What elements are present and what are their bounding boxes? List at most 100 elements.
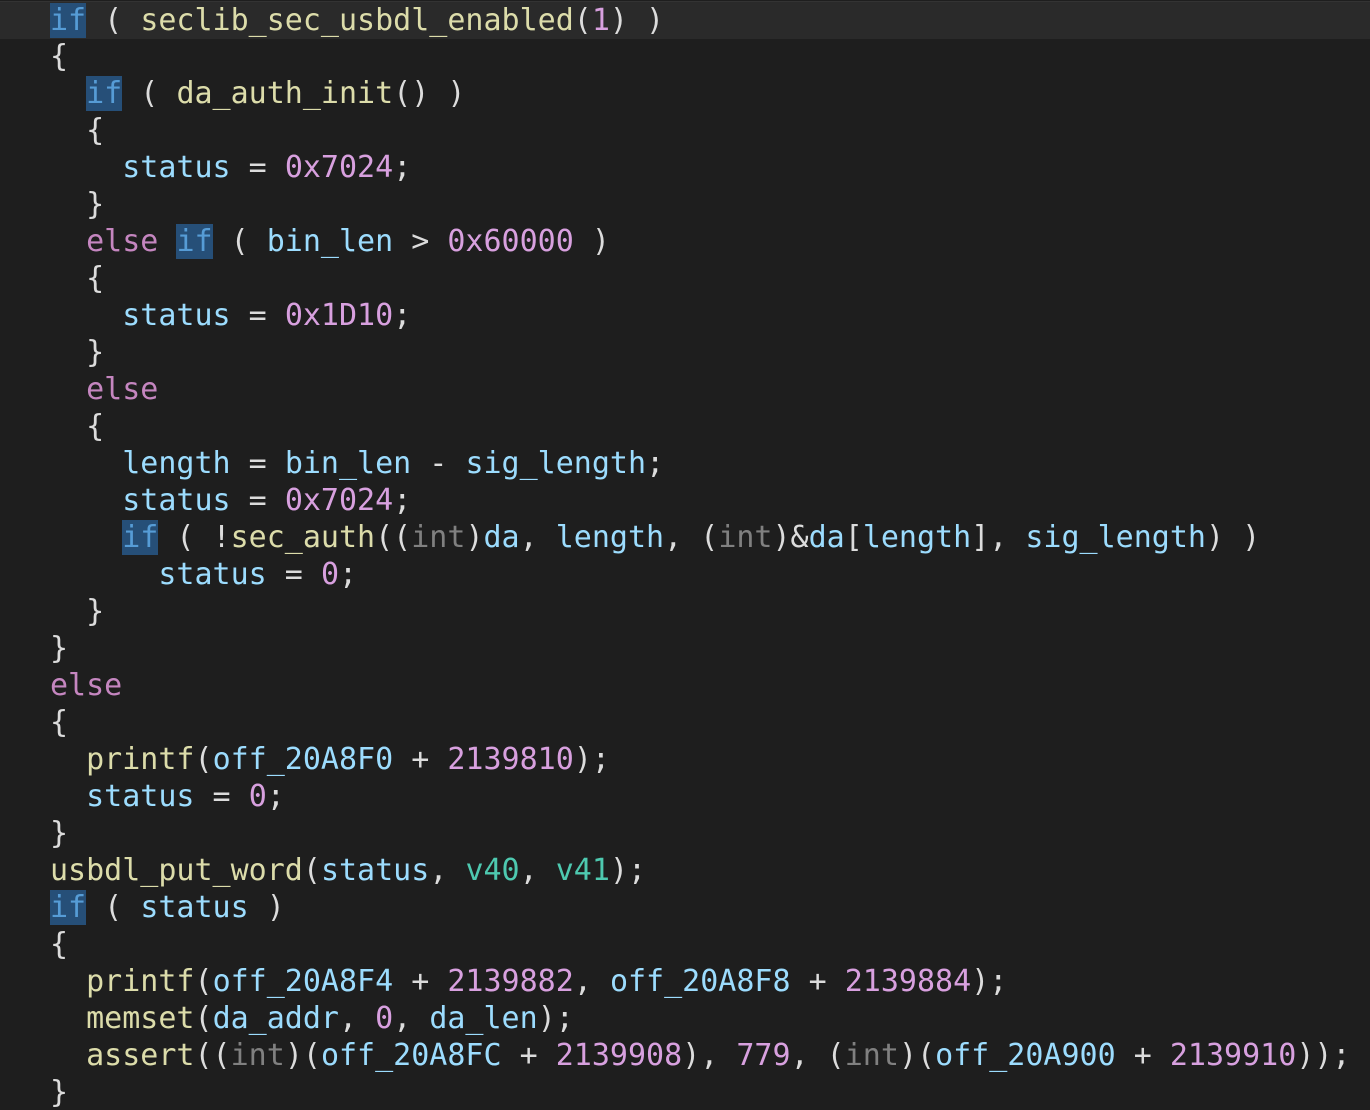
code-line[interactable]: if ( da_auth_init() ) (50, 75, 465, 112)
code-line[interactable]: } (50, 334, 104, 371)
code-line[interactable]: status = 0x7024; (50, 482, 411, 519)
code-line[interactable]: status = 0; (50, 778, 285, 815)
code-token: printf (86, 964, 195, 999)
code-token: da_addr (212, 1001, 339, 1036)
code-token: status (86, 779, 195, 814)
code-token: ); (971, 964, 1008, 999)
code-token: 2139882 (447, 964, 574, 999)
code-token: + (1115, 1038, 1170, 1073)
code-token: length (555, 520, 665, 555)
code-token: ) (465, 520, 484, 555)
code-token: = (230, 483, 285, 518)
code-line[interactable]: } (50, 593, 104, 630)
code-token: sig_length (1025, 520, 1206, 555)
code-token: 1 (591, 3, 610, 38)
code-line[interactable]: } (50, 630, 68, 667)
code-line[interactable]: } (50, 186, 104, 223)
code-token: ( (86, 890, 141, 925)
code-line[interactable]: else (50, 667, 122, 704)
code-line[interactable]: } (50, 815, 68, 852)
code-token: int (844, 1038, 899, 1073)
code-line[interactable]: status = 0; (50, 556, 357, 593)
code-token: ( (122, 76, 177, 111)
code-token: 0x1D10 (284, 298, 394, 333)
code-token: ( (212, 224, 267, 259)
code-token: ); (573, 742, 610, 777)
code-token: int (230, 1038, 285, 1073)
code-token: int (718, 520, 773, 555)
code-token: ) (573, 224, 610, 259)
code-line[interactable]: length = bin_len - sig_length; (50, 445, 664, 482)
code-token: = (266, 557, 321, 592)
code-token: seclib_sec_usbdl_enabled (140, 3, 574, 38)
code-line[interactable]: printf(off_20A8F4 + 2139882, off_20A8F8 … (50, 963, 1007, 1000)
code-token: else (86, 224, 159, 259)
code-token: ); (537, 1001, 574, 1036)
code-line[interactable]: else (50, 371, 158, 408)
code-token: off_20A8FC (320, 1038, 502, 1073)
code-line[interactable]: { (50, 38, 68, 75)
code-token: } (50, 816, 69, 851)
code-line[interactable]: if ( status ) (50, 889, 285, 926)
code-token: 2139908 (555, 1038, 683, 1073)
code-line[interactable]: { (50, 260, 104, 297)
code-line[interactable]: } (50, 1074, 68, 1110)
code-token: { (50, 261, 105, 296)
code-token: { (50, 39, 69, 74)
code-token: , (393, 1001, 430, 1036)
code-token: if (176, 224, 213, 259)
code-token: ) ) (609, 3, 665, 38)
code-token: + (393, 742, 448, 777)
code-line[interactable]: usbdl_put_word(status, v40, v41); (50, 852, 646, 889)
code-line[interactable]: { (50, 704, 68, 741)
code-token: )& (772, 520, 809, 555)
code-token: + (790, 964, 845, 999)
code-line[interactable]: status = 0x7024; (50, 149, 411, 186)
code-line[interactable]: { (50, 408, 104, 445)
code-token: else (86, 372, 159, 407)
code-token: ; (646, 446, 665, 481)
code-token: assert (86, 1038, 195, 1073)
code-token: ) (248, 890, 285, 925)
code-token: off_20A900 (935, 1038, 1116, 1073)
code-token: ; (393, 483, 412, 518)
code-editor[interactable]: if ( seclib_sec_usbdl_enabled(1) ){ if (… (0, 0, 1370, 1110)
code-token: , ( (664, 520, 719, 555)
code-token: ), (682, 1038, 737, 1073)
code-token: da_len (429, 1001, 538, 1036)
code-line[interactable]: memset(da_addr, 0, da_len); (50, 1000, 574, 1037)
code-line[interactable]: if ( !sec_auth((int)da, length, (int)&da… (50, 519, 1260, 556)
code-token: ; (266, 779, 285, 814)
code-token: sec_auth (230, 520, 376, 555)
code-token: )( (898, 1038, 936, 1073)
code-line[interactable]: else if ( bin_len > 0x60000 ) (50, 223, 610, 260)
code-line[interactable]: assert((int)(off_20A8FC + 2139908), 779,… (50, 1037, 1350, 1074)
code-line[interactable]: { (50, 926, 68, 963)
code-line[interactable]: status = 0x1D10; (50, 297, 411, 334)
code-token: } (50, 1075, 69, 1110)
code-token: = (230, 150, 285, 185)
code-token: if (86, 76, 123, 111)
code-token: ; (339, 557, 358, 592)
code-token: da (483, 520, 520, 555)
code-token: ); (609, 853, 647, 888)
code-line[interactable]: printf(off_20A8F0 + 2139810); (50, 741, 610, 778)
code-token: 2139884 (844, 964, 972, 999)
code-token: [ (844, 520, 863, 555)
code-token: 0x7024 (284, 150, 394, 185)
code-token: () ) (393, 76, 466, 111)
code-token: , (429, 853, 466, 888)
code-line[interactable]: { (50, 112, 104, 149)
code-token: 0 (248, 779, 267, 814)
code-line[interactable]: if ( seclib_sec_usbdl_enabled(1) ) (0, 1, 1370, 39)
code-token: v40 (465, 853, 520, 888)
code-token: } (50, 187, 105, 222)
code-token: 779 (736, 1038, 791, 1073)
